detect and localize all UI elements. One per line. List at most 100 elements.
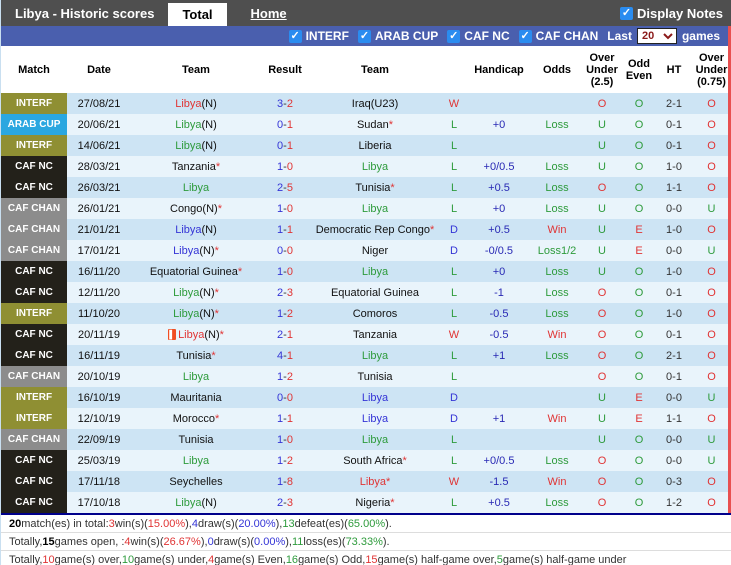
col-header-handicap: Handicap (474, 63, 524, 76)
table-row[interactable]: CAF NC 17/10/18 Libya (N) 2-3 Nigeria * L … (1, 492, 728, 513)
arab-cup-checkbox[interactable]: ✓ (357, 29, 371, 43)
summary-segment: Totally, (9, 553, 43, 565)
table-row[interactable]: CAF NC 16/11/19 Tunisia * 4-1 Libya L +1 … (1, 345, 728, 366)
home-team: Libya (N) (131, 219, 261, 240)
match-result: 1-0 (261, 429, 309, 450)
table-row[interactable]: INTERF 27/08/21 Libya (N) 3-2 Iraq(U23) W… (1, 93, 728, 114)
table-row[interactable]: INTERF 11/10/20 Libya (N) * 1-2 Comoros L … (1, 303, 728, 324)
interf-checkbox[interactable]: ✓ (288, 29, 302, 43)
team-name: Mauritania (170, 391, 222, 404)
table-row[interactable]: CAF CHAN 22/09/19 Tunisia 1-0 Libya L U … (1, 429, 728, 450)
ht-score: 0-1 (666, 139, 682, 152)
home-star-mark: * (402, 454, 407, 467)
tab-home[interactable]: Home (237, 2, 301, 25)
match-result: 2-5 (261, 177, 309, 198)
handicap-value: +0 (492, 118, 506, 131)
table-row[interactable]: CAF NC 12/11/20 Libya (N) * 2-3 Equatorial… (1, 282, 728, 303)
odds-result: Loss (545, 160, 569, 173)
table-row[interactable]: CAF NC 25/03/19 Libya 1-2 South Africa * … (1, 450, 728, 471)
table-row[interactable]: CAF CHAN 21/01/21 Libya (N) 1-1 Democrati… (1, 219, 728, 240)
summary-segment: 16 (285, 553, 299, 565)
home-star-mark: * (386, 475, 391, 488)
over-under-075-value: O (707, 139, 716, 152)
odds-result: Win (547, 475, 567, 488)
table-row[interactable]: CAF CHAN 17/01/21 Libya (N) * 0-0 Niger D … (1, 240, 728, 261)
col-header-ou075: Over Under (0.75) (695, 51, 728, 88)
table-row[interactable]: CAF NC 26/03/21 Libya 2-5 Tunisia * L +0.… (1, 177, 728, 198)
competition-badge: CAF CHAN (1, 219, 67, 240)
over-under-25-value: O (597, 454, 607, 467)
competition-badge: CAF CHAN (1, 198, 67, 219)
table-row[interactable]: CAF CHAN 20/10/19 Libya 1-2 Tunisia L O … (1, 366, 728, 387)
odd-even-value: O (634, 160, 644, 173)
team-name: Libya (361, 412, 389, 425)
table-row[interactable]: CAF NC 20/11/19 ▌ Libya (N) * 2-1 Tanzania … (1, 324, 728, 345)
ht-score: 0-3 (666, 475, 682, 488)
caf-chan-checkbox[interactable]: ✓ (518, 29, 532, 43)
wld-letter: L (450, 307, 458, 320)
competition-badge: CAF NC (1, 282, 67, 303)
home-team: ▌ Libya (N) * (131, 324, 261, 345)
tab-total[interactable]: Total (168, 3, 227, 26)
odds-result: Loss (545, 286, 569, 299)
competition-badge: CAF CHAN (1, 240, 67, 261)
competition-badge: INTERF (1, 387, 67, 408)
odds-result (531, 135, 583, 156)
team-name: Libya (173, 307, 200, 320)
team-name: Libya (182, 370, 210, 383)
display-notes-checkbox[interactable]: ✓ (620, 6, 634, 20)
wld-letter: D (450, 244, 458, 257)
away-team: Tunisia (309, 366, 441, 387)
over-under-25-value: U (598, 160, 606, 173)
match-date: 16/11/19 (77, 349, 120, 362)
home-star-mark: * (214, 412, 220, 425)
table-row[interactable]: CAF NC 28/03/21 Tanzania * 1-0 Libya L +0… (1, 156, 728, 177)
wld-letter: L (450, 202, 458, 215)
last-games-select[interactable]: 20 (636, 28, 677, 44)
odds-result: Loss (545, 181, 569, 194)
summary-segment: ), (185, 517, 192, 530)
away-team: Libya (309, 156, 441, 177)
table-row[interactable]: CAF NC 17/11/18 Seychelles 1-8 Libya * W … (1, 471, 728, 492)
team-name: Libya (173, 244, 200, 257)
home-star-mark: * (215, 160, 221, 173)
summary-segment: game(s) over, (54, 553, 122, 565)
away-score: 0 (286, 391, 293, 404)
away-score: 0 (286, 244, 293, 257)
summary-segment: 20.00% (238, 517, 276, 530)
competition-badge: CAF NC (1, 492, 67, 513)
interf-label: INTERF (305, 29, 349, 43)
match-result: 0-0 (261, 240, 309, 261)
caf-nc-checkbox[interactable]: ✓ (447, 29, 461, 43)
table-row[interactable]: INTERF 16/10/19 Mauritania 0-0 Libya D U… (1, 387, 728, 408)
home-team: Libya (N) * (131, 240, 261, 261)
table-row[interactable]: CAF CHAN 26/01/21 Congo (N) * 1-0 Libya L … (1, 198, 728, 219)
handicap-value: +0.5 (488, 223, 510, 236)
ht-score: 1-2 (666, 496, 682, 509)
wld-letter: L (450, 265, 458, 278)
away-score: 1 (286, 139, 293, 152)
over-under-25-value: O (597, 349, 607, 362)
away-score: 1 (286, 349, 293, 362)
summary-segment: defeat(es)( (294, 517, 348, 530)
team-name: Tunisia (355, 181, 391, 194)
table-row[interactable]: INTERF 12/10/19 Morocco * 1-1 Libya D +1 … (1, 408, 728, 429)
table-row[interactable]: ARAB CUP 20/06/21 Libya (N) 0-1 Sudan * L … (1, 114, 728, 135)
odd-even-value: E (635, 391, 643, 404)
ht-score: 0-1 (666, 328, 682, 341)
odds-result: Win (547, 223, 567, 236)
odds-result: Loss (545, 454, 569, 467)
table-row[interactable]: CAF NC 16/11/20 Equatorial Guinea * 1-0 L… (1, 261, 728, 282)
home-star-mark: * (430, 223, 435, 236)
away-score: 8 (286, 475, 293, 488)
neutral-suffix: (N) (199, 244, 215, 257)
ht-score: 1-1 (666, 412, 682, 425)
match-result: 1-1 (261, 219, 309, 240)
table-row[interactable]: INTERF 14/06/21 Libya (N) 0-1 Liberia L U… (1, 135, 728, 156)
summary-segment: 65.00% (347, 517, 386, 530)
ht-score: 1-0 (666, 307, 682, 320)
handicap-value: +0/0.5 (483, 160, 515, 173)
away-score: 1 (286, 328, 293, 341)
ht-score: 0-0 (666, 244, 682, 257)
over-under-075-value: O (707, 328, 716, 341)
